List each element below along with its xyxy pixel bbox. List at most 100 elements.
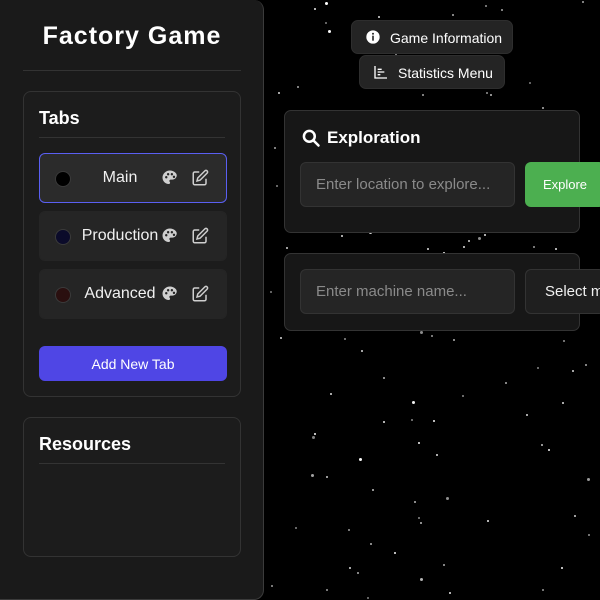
star xyxy=(572,370,574,372)
star xyxy=(274,147,276,149)
edit-icon[interactable] xyxy=(191,169,209,187)
star xyxy=(420,578,423,581)
star xyxy=(420,331,423,334)
star xyxy=(487,520,489,522)
star xyxy=(542,589,544,591)
star xyxy=(529,82,531,84)
star xyxy=(561,567,563,569)
star xyxy=(367,597,369,599)
title-divider xyxy=(23,70,241,71)
star xyxy=(411,419,413,421)
star xyxy=(295,527,297,529)
bar-chart-icon xyxy=(374,66,387,79)
star xyxy=(462,395,464,397)
resources-panel: Resources xyxy=(23,417,241,557)
star xyxy=(280,337,282,339)
star xyxy=(484,234,486,236)
star xyxy=(555,248,557,250)
star xyxy=(325,2,328,5)
game-information-button[interactable]: Game Information xyxy=(351,20,513,54)
exploration-title: Exploration xyxy=(327,128,421,147)
star xyxy=(326,476,328,478)
star xyxy=(431,335,433,337)
tabs-panel: Tabs Main Production Advanced Add New Ta… xyxy=(23,91,241,397)
star xyxy=(478,237,481,240)
tab-production[interactable]: Production xyxy=(39,211,227,261)
star xyxy=(349,567,351,569)
location-input[interactable] xyxy=(300,162,515,207)
star xyxy=(537,367,539,369)
game-screen: Factory Game Tabs Main Production Advanc… xyxy=(0,0,600,600)
star xyxy=(422,94,424,96)
star xyxy=(452,14,454,16)
machine-card: Select m xyxy=(284,253,600,331)
star xyxy=(486,92,488,94)
star xyxy=(490,94,492,96)
star xyxy=(341,235,343,237)
star xyxy=(361,350,363,352)
select-machine-button[interactable]: Select m xyxy=(525,269,600,314)
machine-name-input[interactable] xyxy=(300,269,515,314)
tab-label: Advanced xyxy=(84,285,156,302)
edit-icon[interactable] xyxy=(191,227,209,245)
palette-icon[interactable] xyxy=(161,285,179,303)
star xyxy=(271,585,273,587)
statistics-menu-button[interactable]: Statistics Menu xyxy=(359,55,505,89)
star xyxy=(526,414,528,416)
star xyxy=(449,592,451,594)
star xyxy=(314,8,316,10)
star xyxy=(412,401,415,404)
search-icon xyxy=(302,129,320,147)
star xyxy=(574,515,576,517)
palette-icon[interactable] xyxy=(161,169,179,187)
star xyxy=(443,564,445,566)
star xyxy=(311,474,314,477)
edit-icon[interactable] xyxy=(191,285,209,303)
palette-icon[interactable] xyxy=(161,227,179,245)
star xyxy=(453,339,455,341)
star xyxy=(542,107,544,109)
star xyxy=(533,246,535,248)
star xyxy=(278,92,280,94)
tab-color-dot xyxy=(55,287,71,303)
star xyxy=(370,543,372,545)
tabs-heading: Tabs xyxy=(39,108,80,128)
tab-color-dot xyxy=(55,171,71,187)
game-information-label: Game Information xyxy=(390,30,503,46)
star xyxy=(505,382,507,384)
star xyxy=(541,444,543,446)
add-new-tab-button[interactable]: Add New Tab xyxy=(39,346,227,381)
star xyxy=(359,458,362,461)
star xyxy=(436,454,438,456)
star xyxy=(378,16,380,18)
star xyxy=(414,501,416,503)
star xyxy=(468,240,470,242)
star xyxy=(383,377,385,379)
tab-label: Production xyxy=(81,227,159,244)
explore-button[interactable]: Explore xyxy=(525,162,600,207)
star xyxy=(588,534,590,536)
star xyxy=(344,338,346,340)
star xyxy=(585,364,587,366)
star xyxy=(297,86,299,88)
tabs-divider xyxy=(39,137,225,138)
star xyxy=(312,436,315,439)
star xyxy=(276,185,278,187)
star xyxy=(420,522,422,524)
star xyxy=(433,420,435,422)
star xyxy=(548,449,550,451)
sidebar: Factory Game Tabs Main Production Advanc… xyxy=(0,0,264,600)
star xyxy=(326,589,328,591)
star xyxy=(563,340,565,342)
star xyxy=(270,291,272,293)
tab-color-dot xyxy=(55,229,71,245)
star xyxy=(314,433,316,435)
star xyxy=(501,9,503,11)
star xyxy=(418,517,420,519)
tab-main[interactable]: Main xyxy=(39,153,227,203)
statistics-menu-label: Statistics Menu xyxy=(398,65,493,81)
star xyxy=(372,489,374,491)
tab-advanced[interactable]: Advanced xyxy=(39,269,227,319)
star xyxy=(587,478,590,481)
star xyxy=(463,246,465,248)
